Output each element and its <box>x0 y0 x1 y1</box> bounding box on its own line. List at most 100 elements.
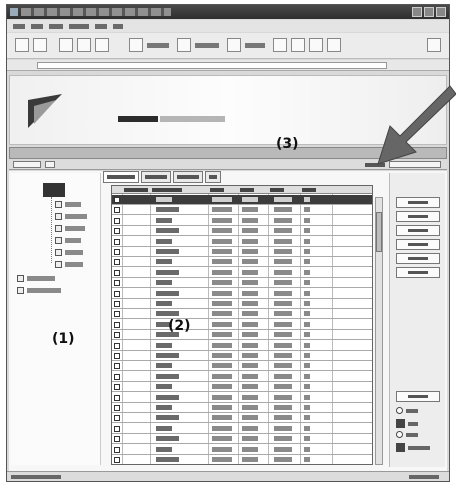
tree-node[interactable] <box>55 213 87 220</box>
radio-option[interactable] <box>396 431 418 438</box>
table-row[interactable] <box>112 393 372 403</box>
tree-root-icon[interactable] <box>43 183 65 197</box>
menu-item[interactable] <box>95 23 107 29</box>
menu-item[interactable] <box>31 23 43 29</box>
table-row[interactable] <box>112 195 372 205</box>
table-row[interactable] <box>112 413 372 424</box>
table-row[interactable] <box>112 226 372 237</box>
tab-active[interactable] <box>103 171 139 183</box>
tree-node[interactable] <box>55 249 83 256</box>
row-checkbox[interactable] <box>114 457 120 463</box>
menu-item[interactable] <box>69 23 89 29</box>
tree-node[interactable] <box>55 261 83 268</box>
row-checkbox[interactable] <box>114 290 120 297</box>
table-row[interactable] <box>112 455 372 464</box>
tab[interactable] <box>141 171 171 183</box>
column-header[interactable] <box>240 188 254 192</box>
close-button[interactable] <box>436 7 446 17</box>
column-header[interactable] <box>210 188 224 192</box>
row-checkbox[interactable] <box>114 321 120 328</box>
row-checkbox[interactable] <box>114 436 120 443</box>
menu-item[interactable] <box>113 23 123 29</box>
action-button[interactable] <box>396 253 440 264</box>
table-row[interactable] <box>112 268 372 278</box>
favorites-button[interactable] <box>177 38 191 52</box>
action-button[interactable] <box>396 197 440 208</box>
row-checkbox[interactable] <box>114 238 120 245</box>
row-checkbox[interactable] <box>114 363 120 370</box>
history-button[interactable] <box>273 38 287 52</box>
search-button[interactable] <box>129 38 143 52</box>
tree-node[interactable] <box>55 237 81 244</box>
row-checkbox[interactable] <box>114 217 120 224</box>
action-button[interactable] <box>396 211 440 222</box>
refresh-button[interactable] <box>77 38 91 52</box>
dropdown-button[interactable] <box>13 161 41 168</box>
row-checkbox[interactable] <box>114 425 120 432</box>
scrollbar-thumb[interactable] <box>376 212 382 252</box>
tree-node[interactable] <box>55 225 85 232</box>
row-checkbox[interactable] <box>114 228 120 235</box>
table-row[interactable] <box>112 372 372 382</box>
column-header[interactable] <box>124 188 148 192</box>
row-checkbox[interactable] <box>114 249 120 255</box>
action-button[interactable] <box>396 239 440 250</box>
table-row[interactable] <box>112 351 372 361</box>
table-row[interactable] <box>112 205 372 216</box>
row-checkbox[interactable] <box>114 280 120 287</box>
action-button[interactable] <box>396 391 440 402</box>
radio-option[interactable] <box>396 407 418 414</box>
row-checkbox[interactable] <box>114 394 120 401</box>
tree-node[interactable] <box>17 287 61 294</box>
mail-button[interactable] <box>291 38 305 52</box>
action-button[interactable] <box>396 267 440 278</box>
column-header[interactable] <box>302 188 316 192</box>
table-row[interactable] <box>112 237 372 247</box>
row-checkbox[interactable] <box>114 373 120 380</box>
print-button[interactable] <box>309 38 323 52</box>
table-row[interactable] <box>112 299 372 309</box>
table-row[interactable] <box>112 309 372 320</box>
row-checkbox[interactable] <box>114 332 120 339</box>
table-row[interactable] <box>112 424 372 434</box>
back-button[interactable] <box>15 38 29 52</box>
table-row[interactable] <box>112 216 372 226</box>
table-row[interactable] <box>112 289 372 299</box>
tree-node[interactable] <box>55 201 81 208</box>
row-checkbox[interactable] <box>114 311 120 318</box>
row-checkbox[interactable] <box>114 197 120 203</box>
table-row[interactable] <box>112 361 372 372</box>
row-checkbox[interactable] <box>114 415 120 422</box>
menu-item[interactable] <box>49 23 63 29</box>
row-checkbox[interactable] <box>114 259 120 266</box>
row-checkbox[interactable] <box>114 207 120 214</box>
stop-button[interactable] <box>59 38 73 52</box>
maximize-button[interactable] <box>424 7 434 17</box>
row-checkbox[interactable] <box>114 342 120 349</box>
row-checkbox[interactable] <box>114 446 120 453</box>
tab[interactable] <box>205 171 221 183</box>
menu-item[interactable] <box>13 23 25 29</box>
tab[interactable] <box>173 171 203 183</box>
row-checkbox[interactable] <box>114 353 120 359</box>
table-row[interactable] <box>112 330 372 341</box>
tree-node[interactable] <box>17 275 55 282</box>
table-row[interactable] <box>112 278 372 289</box>
table-row[interactable] <box>112 247 372 257</box>
grid-scrollbar[interactable] <box>375 197 383 465</box>
table-row[interactable] <box>112 434 372 445</box>
checkbox-option[interactable] <box>396 443 430 452</box>
table-row[interactable] <box>112 341 372 351</box>
minimize-button[interactable] <box>412 7 422 17</box>
edit-button[interactable] <box>327 38 341 52</box>
row-checkbox[interactable] <box>114 301 120 307</box>
media-button[interactable] <box>227 38 241 52</box>
row-checkbox[interactable] <box>114 269 120 276</box>
table-row[interactable] <box>112 257 372 268</box>
row-checkbox[interactable] <box>114 405 120 411</box>
column-header[interactable] <box>270 188 284 192</box>
forward-button[interactable] <box>33 38 47 52</box>
home-button[interactable] <box>95 38 109 52</box>
table-row[interactable] <box>112 320 372 330</box>
table-row[interactable] <box>112 445 372 455</box>
